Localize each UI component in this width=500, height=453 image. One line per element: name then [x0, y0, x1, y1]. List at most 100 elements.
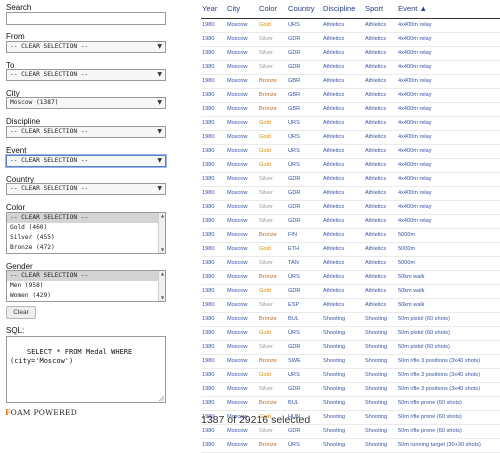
table-row[interactable]: 1980 Moscow Silver GDR Shooting Shooting 50m p… [201, 340, 500, 355]
column-header-country[interactable]: Country [287, 0, 322, 19]
table-row[interactable]: 1980 Moscow Silver GDR Athletics Athletics 4x4… [201, 46, 500, 61]
color-option[interactable]: Gold (460) [7, 223, 165, 233]
cell-city: Moscow [226, 102, 258, 117]
column-header-sport[interactable]: Sport [364, 0, 397, 19]
table-row[interactable]: 1980 Moscow Bronze URS Shooting Shooting 50m r… [201, 438, 500, 453]
resize-grip-icon[interactable] [158, 395, 164, 401]
to-select[interactable]: -- CLEAR SELECTION -- ▼ [6, 69, 166, 81]
cell-color: Silver [258, 214, 287, 229]
cell-discipline: Athletics [322, 74, 364, 89]
cell-event: 50m pistol (60 shots) [397, 312, 500, 327]
table-row[interactable]: 1980 Moscow Silver ESP Athletics Athletics 50k… [201, 298, 500, 313]
cell-sport: Shooting [364, 326, 397, 341]
gender-option[interactable]: Men (958) [7, 281, 165, 291]
cell-sport: Athletics [364, 102, 397, 117]
table-row[interactable]: 1980 Moscow Gold URS Shooting Shooting 50m rif… [201, 368, 500, 383]
table-row[interactable]: 1980 Moscow Bronze GBR Athletics Athletics 4x4… [201, 102, 500, 117]
cell-year: 1980 [201, 172, 226, 187]
gender-listbox[interactable]: -- CLEAR SELECTION -- Men (958) Women (4… [6, 270, 166, 302]
cell-event: 50m rifle 3 positions (3x40 shots) [397, 382, 500, 397]
scroll-down-icon[interactable]: ▼ [159, 295, 166, 301]
column-header-discipline[interactable]: Discipline [322, 0, 364, 19]
cell-event: 50m rifle prone (60 shots) [397, 410, 500, 425]
table-row[interactable]: 1980 Moscow Gold URS Athletics Athletics 4x400… [201, 158, 500, 173]
table-row[interactable]: 1980 Moscow Gold GDR Athletics Athletics 50km … [201, 284, 500, 299]
table-row[interactable]: 1980 Moscow Gold URS Athletics Athletics 4x400… [201, 116, 500, 131]
column-header-city[interactable]: City [226, 0, 258, 19]
table-row[interactable]: 1980 Moscow Silver GDR Athletics Athletics 4x4… [201, 172, 500, 187]
sql-textarea[interactable]: SELECT * FROM Medal WHERE (city='Moscow'… [6, 336, 166, 403]
search-input[interactable] [6, 12, 166, 25]
cell-sport: Athletics [364, 158, 397, 173]
cell-city: Moscow [226, 88, 258, 103]
table-row[interactable]: 1980 Moscow Bronze FIN Athletics Athletics 500… [201, 228, 500, 243]
table-row[interactable]: 1980 Moscow Silver GDR Shooting Shooting 50m r… [201, 382, 500, 397]
table-row[interactable]: 1980 Moscow Silver GDR Athletics Athletics 4x4… [201, 186, 500, 201]
cell-color: Silver [258, 382, 287, 397]
cell-event: 4x400m relay [397, 60, 500, 75]
scroll-down-icon[interactable]: ▼ [159, 247, 166, 253]
cell-country: URS [287, 368, 322, 383]
table-row[interactable]: 1980 Moscow Silver GDR Athletics Athletics 4x4… [201, 60, 500, 75]
table-row[interactable]: 1980 Moscow Bronze GBR Athletics Athletics 4x4… [201, 74, 500, 89]
chevron-down-icon: ▼ [157, 71, 162, 78]
city-select[interactable]: Moscow (1387) ▼ [6, 97, 166, 109]
scroll-up-icon[interactable]: ▲ [159, 213, 166, 219]
cell-city: Moscow [226, 214, 258, 229]
table-row[interactable]: 1980 Moscow Silver GDR Athletics Athletics 4x4… [201, 200, 500, 215]
cell-discipline: Athletics [322, 60, 364, 75]
cell-sport: Athletics [364, 32, 397, 47]
clear-button[interactable]: Clear [6, 306, 36, 319]
cell-year: 1980 [201, 284, 226, 299]
scrollbar[interactable]: ▲ ▼ [158, 271, 165, 301]
cell-color: Bronze [258, 354, 287, 369]
column-header-year[interactable]: Year [201, 0, 226, 19]
table-row[interactable]: 1980 Moscow Bronze URS Athletics Athletics 50k… [201, 270, 500, 285]
table-row[interactable]: 1980 Moscow Gold URS Shooting Shooting 50m pis… [201, 326, 500, 341]
country-select[interactable]: -- CLEAR SELECTION -- ▼ [6, 183, 166, 195]
sql-text: SELECT * FROM Medal WHERE (city='Moscow'… [10, 348, 133, 365]
table-row[interactable]: 1980 Moscow Bronze BUL Shooting Shooting 50m r… [201, 396, 500, 411]
column-header-color[interactable]: Color [258, 0, 287, 19]
cell-country: GDR [287, 284, 322, 299]
table-row[interactable]: 1980 Moscow Silver GDR Athletics Athletics 4x4… [201, 214, 500, 229]
table-row[interactable]: 1980 Moscow Bronze BUL Shooting Shooting 50m p… [201, 312, 500, 327]
cell-city: Moscow [226, 186, 258, 201]
cell-country: URS [287, 130, 322, 145]
discipline-select[interactable]: -- CLEAR SELECTION -- ▼ [6, 126, 166, 138]
color-listbox[interactable]: -- CLEAR SELECTION -- Gold (460) Silver … [6, 212, 166, 254]
table-row[interactable]: 1980 Moscow Gold ETH Athletics Athletics 5000m [201, 242, 500, 257]
column-header-event[interactable]: Event ▲ [397, 0, 500, 19]
event-select[interactable]: -- CLEAR SELECTION -- ▼ [6, 155, 166, 167]
table-row[interactable]: 1980 Moscow Silver TAN Athletics Athletics 500… [201, 256, 500, 271]
table-row[interactable]: 1980 Moscow Silver GDR Shooting Shooting 50m r… [201, 424, 500, 439]
cell-discipline: Athletics [322, 186, 364, 201]
chevron-down-icon: ▼ [157, 99, 162, 106]
cell-country: URS [287, 158, 322, 173]
cell-event: 4x400m relay [397, 200, 500, 215]
table-row[interactable]: 1980 Moscow Gold URS Athletics Athletics 4x400… [201, 18, 500, 33]
cell-discipline: Athletics [322, 284, 364, 299]
table-row[interactable]: 1980 Moscow Gold URS Athletics Athletics 4x400… [201, 130, 500, 145]
table-row[interactable]: 1980 Moscow Silver GDR Athletics Athletics 4x4… [201, 32, 500, 47]
color-option[interactable]: Silver (455) [7, 233, 165, 243]
cell-discipline: Shooting [322, 396, 364, 411]
gender-option[interactable]: Women (429) [7, 291, 165, 301]
cell-sport: Shooting [364, 312, 397, 327]
cell-sport: Athletics [364, 46, 397, 61]
table-row[interactable]: 1980 Moscow Bronze SWE Shooting Shooting 50m r… [201, 354, 500, 369]
cell-discipline: Athletics [322, 298, 364, 313]
from-select[interactable]: -- CLEAR SELECTION -- ▼ [6, 41, 166, 53]
cell-year: 1980 [201, 312, 226, 327]
cell-discipline: Shooting [322, 382, 364, 397]
color-option[interactable]: Bronze (472) [7, 243, 165, 253]
table-row[interactable]: 1980 Moscow Bronze GBR Athletics Athletics 4x4… [201, 88, 500, 103]
color-option[interactable]: -- CLEAR SELECTION -- [7, 213, 165, 223]
cell-city: Moscow [226, 424, 258, 439]
scrollbar[interactable]: ▲ ▼ [158, 213, 165, 253]
table-row[interactable]: 1980 Moscow Gold URS Athletics Athletics 4x400… [201, 144, 500, 159]
cell-event: 50m rifle prone (60 shots) [397, 396, 500, 411]
cell-sport: Athletics [364, 74, 397, 89]
gender-option[interactable]: -- CLEAR SELECTION -- [7, 271, 165, 281]
scroll-up-icon[interactable]: ▲ [159, 271, 166, 277]
